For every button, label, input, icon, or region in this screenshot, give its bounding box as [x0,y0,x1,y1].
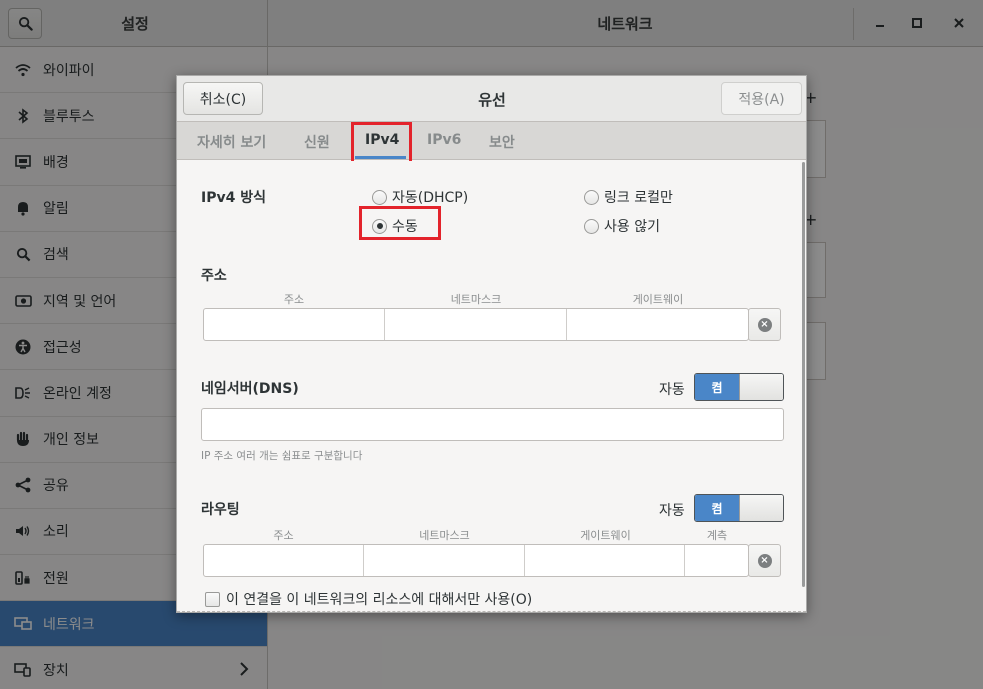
radio-indicator [584,218,599,234]
scroll-edge [177,611,806,612]
ipv4-method-label: IPv4 방식 [201,190,266,206]
route-metric-col-header: 계측 [706,529,728,542]
route-address-input[interactable] [204,545,365,576]
switch-knob [739,495,783,521]
highlight-box-manual [359,206,441,240]
dns-hint: IP 주소 여러 개는 쉼표로 구분합니다 [201,450,363,462]
radio-label: 자동(DHCP) [392,190,469,206]
route-gateway-input[interactable] [525,545,686,576]
dns-section-title: 네임서버(DNS) [201,381,299,397]
tab-security[interactable]: 보안 [489,132,515,152]
checkbox-indicator [205,591,220,607]
route-netmask-input[interactable] [364,545,525,576]
dns-input[interactable] [201,408,784,441]
radio-label: 링크 로컬만 [604,190,673,206]
apply-button[interactable]: 적용(A) [721,82,802,115]
radio-auto-dhcp[interactable]: 자동(DHCP) [372,187,468,207]
dns-auto-switch[interactable]: 켬 [694,373,784,401]
settings-window: 설정 네트워크 와이파이 블루투스 배경 알림 검색 지역 및 언어 접근성 온라인 계정 개인… [0,0,983,689]
route-row [203,544,749,577]
delete-icon: × [757,317,772,332]
route-gateway-col-header: 게이트웨이 [580,529,631,542]
restrict-to-network-checkbox[interactable]: 이 연결을 이 네트워크의 리소스에 대해서만 사용(O) [205,589,532,609]
tab-details[interactable]: 자세히 보기 [197,132,266,152]
delete-icon: × [757,553,772,568]
delete-route-button[interactable]: × [748,544,781,577]
netmask-col-header: 네트마스크 [450,293,502,306]
address-row [203,308,749,341]
radio-disabled[interactable]: 사용 않기 [584,216,660,236]
routing-section-title: 라우팅 [201,502,240,518]
gateway-col-header: 게이트웨이 [632,293,684,306]
radio-label: 사용 않기 [604,219,660,235]
netmask-input[interactable] [385,309,567,340]
dialog-title: 유선 [478,91,506,109]
dialog-header: 취소(C) 유선 적용(A) [177,76,806,122]
ipv4-settings: IPv4 방식 자동(DHCP) 링크 로컬만 수동 사용 않기 주소 주소 네… [177,161,806,612]
gateway-input[interactable] [567,309,748,340]
route-address-col-header: 주소 [273,529,294,542]
tab-bar: 자세히 보기 신원 IPv4 IPv6 보안 [177,122,806,165]
address-section-title: 주소 [201,268,227,284]
delete-address-button[interactable]: × [748,308,781,341]
routing-auto-label: 자동 [659,503,685,519]
route-metric-input[interactable] [685,545,748,576]
radio-link-local[interactable]: 링크 로컬만 [584,187,673,207]
switch-knob [739,374,783,400]
switch-on-label: 켬 [695,495,739,521]
tab-identity[interactable]: 신원 [304,132,330,152]
route-netmask-col-header: 네트마스크 [419,529,470,542]
switch-on-label: 켬 [695,374,739,400]
routing-auto-switch[interactable]: 켬 [694,494,784,522]
wired-connection-dialog: 취소(C) 유선 적용(A) 자세히 보기 신원 IPv4 IPv6 보안 IP… [176,75,807,613]
tab-ipv6[interactable]: IPv6 [427,132,461,148]
highlight-box-ipv4-tab [351,122,412,165]
radio-indicator [372,189,387,205]
scrollbar[interactable] [802,162,805,587]
dns-auto-label: 자동 [659,382,685,398]
cancel-button[interactable]: 취소(C) [183,82,263,115]
radio-indicator [584,189,599,205]
address-col-header: 주소 [283,293,305,306]
address-input[interactable] [204,309,386,340]
checkbox-label: 이 연결을 이 네트워크의 리소스에 대해서만 사용(O) [226,592,533,608]
